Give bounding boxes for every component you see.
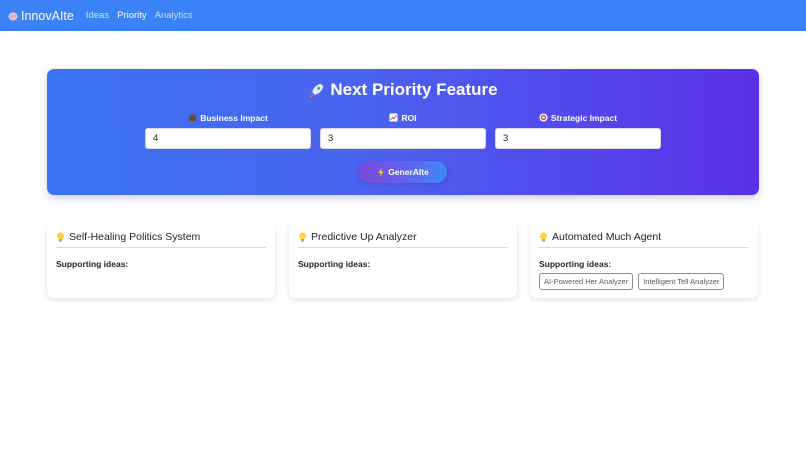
supporting-idea-tag[interactable]: Intelligent Tell Analyzer (638, 273, 725, 290)
card-title: Predictive Up Analyzer (298, 227, 508, 248)
lightbulb-icon (540, 232, 547, 241)
target-icon (539, 113, 548, 122)
navbar: InnovAIte Ideas Priority Analytics (0, 0, 806, 31)
strategic-impact-field: Strategic Impact 3 (495, 112, 661, 149)
panel-title: Next Priority Feature (47, 80, 759, 100)
idea-card: Automated Much Agent Supporting ideas: A… (530, 222, 758, 298)
idea-card: Predictive Up Analyzer Supporting ideas: (289, 222, 517, 298)
strategic-impact-input[interactable]: 3 (495, 128, 661, 149)
chart-icon (389, 113, 398, 122)
generate-button-label: GenerAIte (388, 167, 429, 177)
supporting-ideas-label: Supporting ideas: (56, 259, 129, 269)
lightbulb-icon (299, 232, 306, 241)
strategic-impact-label: Strategic Impact (495, 112, 661, 123)
panel-title-text: Next Priority Feature (330, 80, 498, 99)
roi-input[interactable]: 3 (320, 128, 486, 149)
business-impact-input[interactable]: 4 (145, 128, 311, 149)
briefcase-icon (189, 113, 197, 122)
idea-card: Self-Healing Politics System Supporting … (47, 222, 275, 298)
brand-name: InnovAIte (21, 8, 74, 23)
lightbulb-icon (57, 232, 64, 241)
roi-label: ROI (320, 112, 486, 123)
roi-field: ROI 3 (320, 112, 486, 149)
business-impact-field: Business Impact 4 (145, 112, 311, 149)
brand[interactable]: InnovAIte (8, 9, 74, 23)
nav-link-ideas[interactable]: Ideas (86, 10, 109, 21)
rocket-icon (310, 83, 324, 97)
supporting-idea-tag[interactable]: AI-Powered Her Analyzer (539, 273, 634, 290)
supporting-ideas-label: Supporting ideas: (298, 259, 371, 269)
lightning-icon (378, 167, 384, 177)
business-impact-label: Business Impact (145, 112, 311, 123)
supporting-ideas-tags: AI-Powered Her Analyzer Intelligent Tell… (539, 273, 729, 290)
nav-link-priority[interactable]: Priority (117, 10, 147, 21)
nav-link-analytics[interactable]: Analytics (155, 10, 193, 21)
card-title: Automated Much Agent (539, 227, 749, 248)
card-title: Self-Healing Politics System (56, 227, 266, 248)
generate-button[interactable]: GenerAIte (359, 161, 447, 183)
priority-panel: Next Priority Feature Business Impact 4 … (47, 69, 759, 195)
brain-icon (8, 12, 18, 20)
supporting-ideas-label: Supporting ideas: (539, 259, 612, 269)
